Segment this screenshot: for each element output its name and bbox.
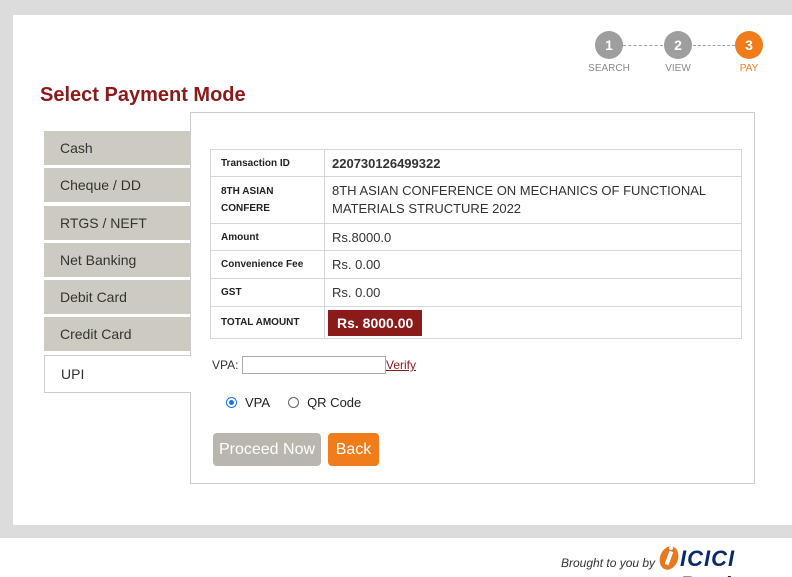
upi-mode-options: VPA QR Code	[226, 395, 361, 410]
qr-code-radio[interactable]	[288, 397, 300, 408]
table-row: 8TH ASIAN CONFERE 8TH ASIAN CONFERENCE O…	[210, 176, 742, 224]
page-title: Select Payment Mode	[40, 84, 246, 106]
tab-net-banking[interactable]: Net Banking	[44, 243, 191, 279]
step-connector	[693, 45, 735, 46]
tab-rtgs-neft[interactable]: RTGS / NEFT	[44, 206, 191, 242]
step-2-circle: 2	[664, 31, 692, 59]
qr-code-option-label: QR Code	[307, 395, 362, 410]
vpa-input[interactable]	[242, 356, 386, 374]
step-3-circle: 3	[735, 31, 763, 59]
gst-value: Rs. 0.00	[324, 278, 742, 307]
table-row: Amount Rs.8000.0	[210, 223, 742, 251]
step-3-label: PAY	[739, 63, 759, 74]
icici-logo-icon	[659, 546, 679, 570]
total-amount-cell: Rs. 8000.00	[324, 306, 742, 339]
back-button[interactable]: Back	[328, 433, 379, 466]
tab-credit-card[interactable]: Credit Card	[44, 317, 191, 353]
step-1-circle: 1	[595, 31, 623, 59]
proceed-now-button[interactable]: Proceed Now	[213, 433, 321, 466]
vpa-radio[interactable]	[226, 397, 237, 408]
total-amount-label: TOTAL AMOUNT	[210, 306, 325, 339]
tab-upi[interactable]: UPI	[44, 355, 191, 393]
tab-cheque-dd[interactable]: Cheque / DD	[44, 168, 191, 204]
total-amount-value: Rs. 8000.00	[328, 309, 423, 336]
tab-debit-card[interactable]: Debit Card	[44, 280, 191, 316]
convenience-fee-value: Rs. 0.00	[324, 250, 742, 279]
vpa-label: VPA:	[212, 358, 239, 372]
transaction-details-table: Transaction ID 220730126499322 8TH ASIAN…	[210, 149, 742, 339]
verify-link[interactable]: Verify	[386, 358, 416, 372]
step-2-label: VIEW	[665, 63, 691, 74]
table-row: GST Rs. 0.00	[210, 278, 742, 307]
table-row: Convenience Fee Rs. 0.00	[210, 250, 742, 279]
amount-value: Rs.8000.0	[324, 223, 742, 251]
step-connector	[623, 45, 663, 46]
amount-label: Amount	[210, 223, 325, 251]
tab-cash[interactable]: Cash	[44, 131, 191, 167]
step-1-label: SEARCH	[588, 63, 630, 74]
transaction-id-value: 220730126499322	[324, 149, 742, 177]
table-row: TOTAL AMOUNT Rs. 8000.00	[210, 306, 742, 339]
icici-bank-logo-text: ICICI Bank	[680, 546, 737, 577]
vpa-option-label: VPA	[245, 395, 271, 410]
gst-label: GST	[210, 278, 325, 307]
event-label: 8TH ASIAN CONFERE	[210, 176, 325, 224]
brought-to-you-text: Brought to you by	[561, 556, 656, 570]
convenience-fee-label: Convenience Fee	[210, 250, 325, 279]
event-value: 8TH ASIAN CONFERENCE ON MECHANICS OF FUN…	[324, 176, 742, 224]
table-row: Transaction ID 220730126499322	[210, 149, 742, 177]
transaction-id-label: Transaction ID	[210, 149, 325, 177]
